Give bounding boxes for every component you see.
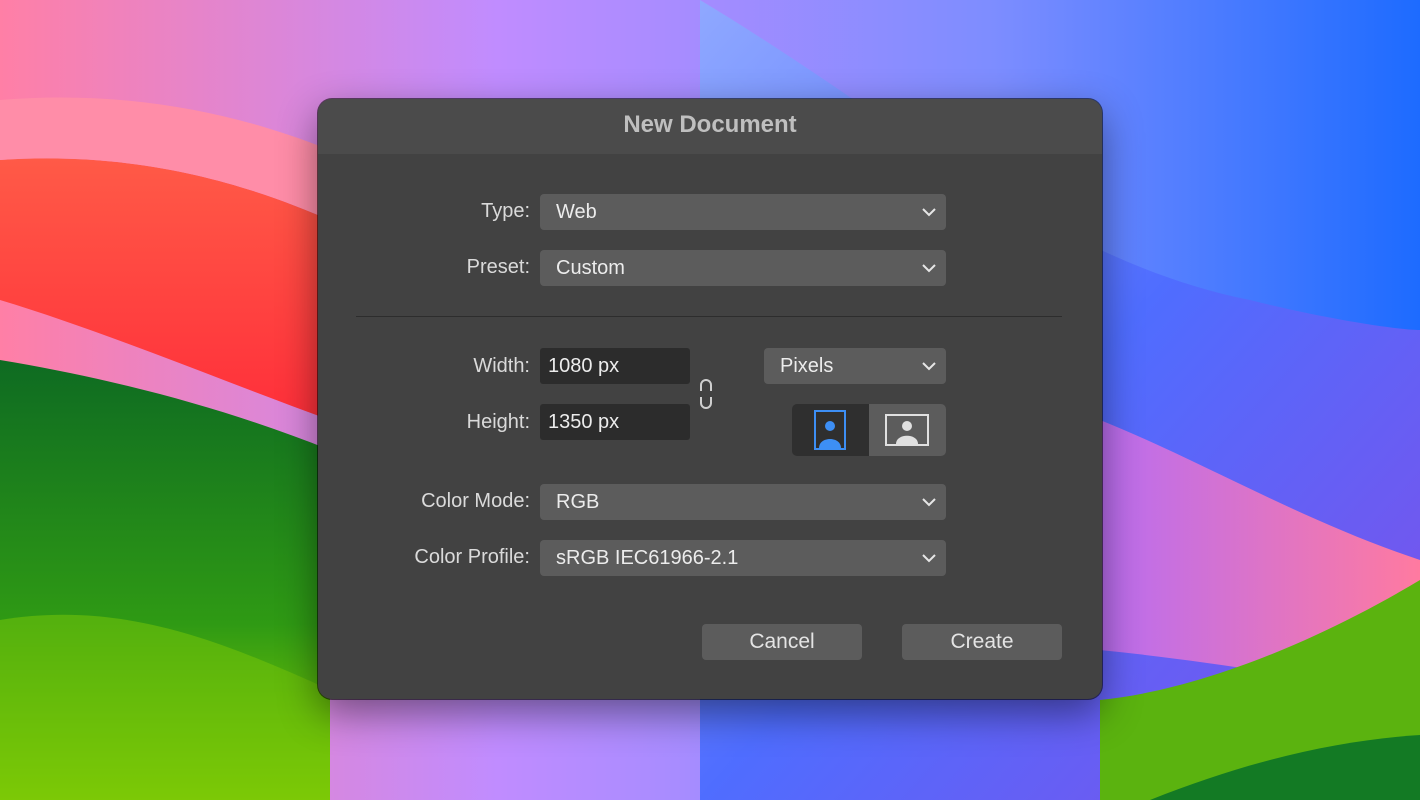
type-label: Type: [481,200,530,222]
portrait-person-icon [814,410,846,450]
units-select[interactable]: Pixels [764,348,946,384]
chevron-down-icon [922,362,936,371]
color-mode-select[interactable]: RGB [540,484,946,520]
chevron-down-icon [922,208,936,217]
width-field[interactable]: 1080 px [540,348,690,384]
color-mode-label: Color Mode: [421,490,530,512]
preset-select[interactable]: Custom [540,250,946,286]
preset-label: Preset: [466,256,530,278]
link-chain-icon[interactable] [698,378,714,410]
create-button[interactable]: Create [902,624,1062,660]
new-document-dialog: New Document Type: Web Preset: Custom Wi… [318,99,1102,699]
orientation-toggle [792,404,946,456]
color-mode-select-value: RGB [556,491,600,513]
dialog-title: New Document [318,99,1102,154]
preset-select-value: Custom [556,257,625,279]
cancel-button[interactable]: Cancel [702,624,862,660]
color-profile-label: Color Profile: [414,546,530,568]
width-label: Width: [473,355,530,377]
color-profile-select[interactable]: sRGB IEC61966-2.1 [540,540,946,576]
landscape-orientation-button[interactable] [869,404,946,456]
height-field[interactable]: 1350 px [540,404,690,440]
color-profile-select-value: sRGB IEC61966-2.1 [556,547,739,569]
height-label: Height: [466,411,530,433]
units-select-value: Pixels [780,355,834,377]
type-select-value: Web [556,201,597,223]
chevron-down-icon [922,498,936,507]
landscape-person-icon [885,414,929,446]
chevron-down-icon [922,264,936,273]
chevron-down-icon [922,554,936,563]
portrait-orientation-button[interactable] [792,404,869,456]
section-divider [356,316,1062,317]
type-select[interactable]: Web [540,194,946,230]
